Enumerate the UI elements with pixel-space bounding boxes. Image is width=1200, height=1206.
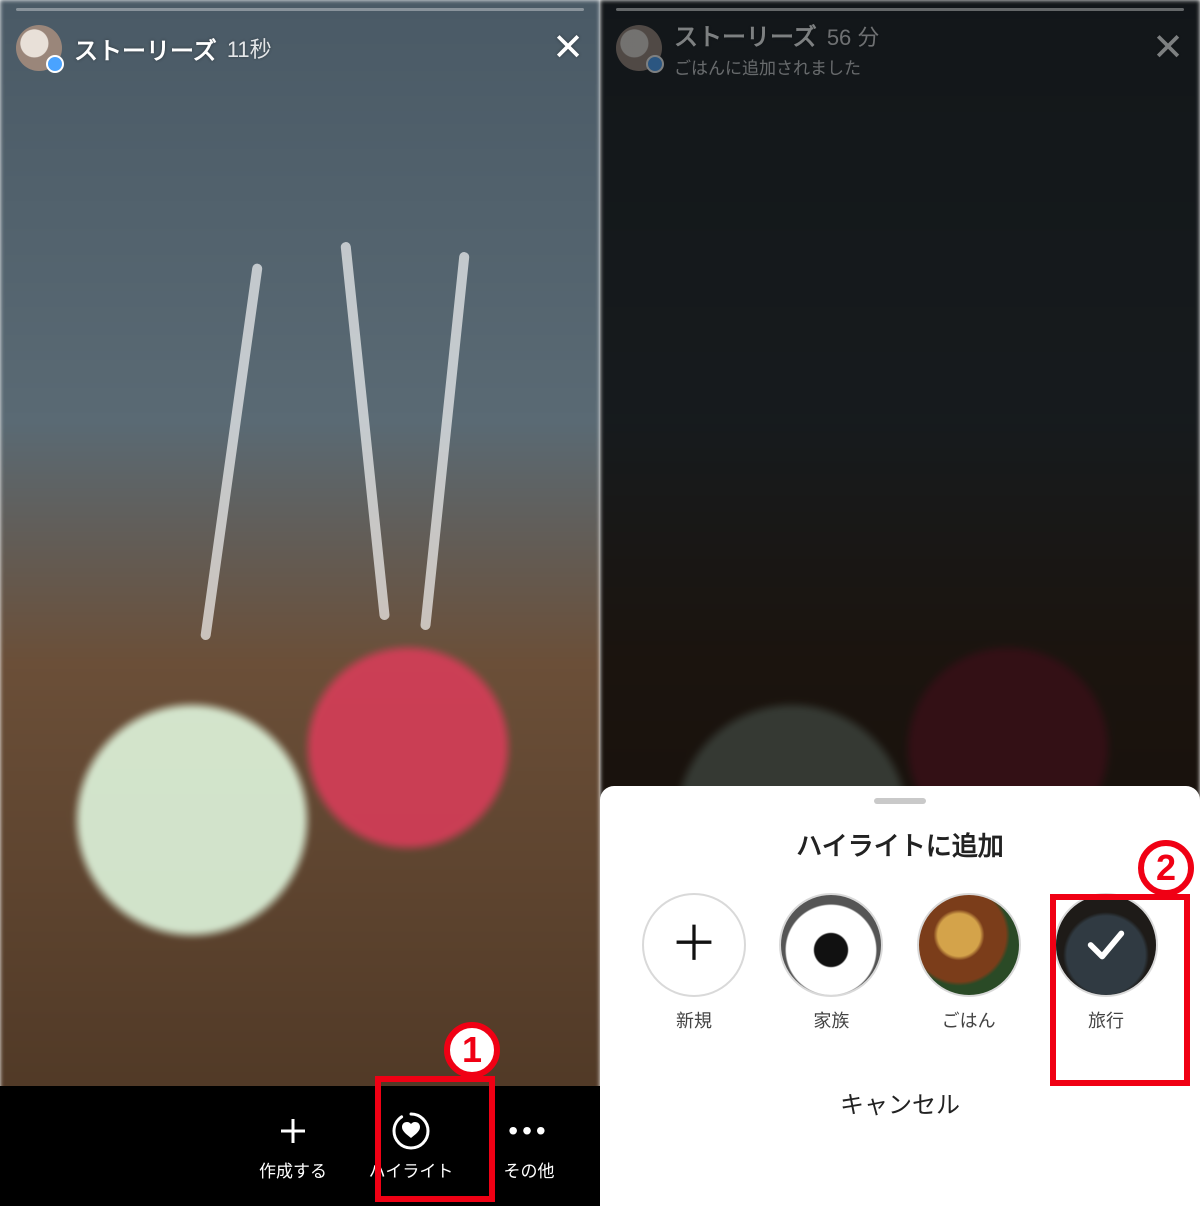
more-label: その他	[504, 1157, 555, 1182]
story-elapsed: 11秒	[227, 32, 272, 64]
add-badge-icon	[646, 55, 664, 73]
screenshot-step-2: ストーリーズ 56 分 ごはんに追加されました ✕ ハイライトに追加 ＋ 新規 …	[600, 0, 1200, 1206]
close-icon[interactable]: ✕	[552, 29, 584, 67]
highlight-new-button[interactable]: ＋ 新規	[634, 893, 754, 1033]
story-bottom-toolbar: 作成する ハイライト ••• その他	[0, 1086, 600, 1206]
new-circle: ＋	[642, 893, 746, 997]
sheet-title: ハイライトに追加	[600, 826, 1200, 863]
add-badge-icon	[46, 55, 64, 73]
avatar	[616, 25, 662, 71]
highlight-label: ごはん	[942, 1007, 996, 1033]
avatar[interactable]	[16, 25, 62, 71]
story-title: ストーリーズ	[74, 31, 217, 66]
highlight-thumb	[779, 893, 883, 997]
tutorial-composite: ストーリーズ 11秒 ✕ 作成する ハイライト	[0, 0, 1200, 1206]
story-title: ストーリーズ	[674, 17, 817, 52]
highlight-new-label: 新規	[676, 1007, 712, 1033]
highlight-label: 家族	[813, 1007, 849, 1033]
story-progress-bar[interactable]	[16, 8, 584, 11]
plus-icon: ＋	[670, 921, 718, 969]
story-subtitle: ごはんに追加されました	[674, 54, 879, 79]
annotation-box-1	[375, 1076, 495, 1202]
plus-icon	[273, 1111, 313, 1151]
create-button[interactable]: 作成する	[234, 1086, 352, 1206]
highlight-thumb	[917, 893, 1021, 997]
story-elapsed: 56 分	[827, 20, 880, 52]
story-photo	[0, 0, 600, 1206]
close-icon[interactable]: ✕	[1152, 29, 1184, 67]
highlight-item-family[interactable]: 家族	[771, 893, 891, 1033]
highlight-item-food[interactable]: ごはん	[909, 893, 1029, 1033]
annotation-number-1: 1	[444, 1022, 500, 1078]
annotation-box-2	[1050, 894, 1190, 1086]
screenshot-step-1: ストーリーズ 11秒 ✕ 作成する ハイライト	[0, 0, 600, 1206]
story-header: ストーリーズ 11秒 ✕	[0, 18, 600, 78]
create-label: 作成する	[259, 1157, 327, 1182]
annotation-number-2: 2	[1138, 840, 1194, 896]
story-progress-bar	[616, 8, 1184, 11]
story-header-dimmed: ストーリーズ 56 分 ごはんに追加されました ✕	[600, 18, 1200, 78]
more-dots-icon: •••	[509, 1111, 549, 1151]
cancel-button[interactable]: キャンセル	[600, 1085, 1200, 1120]
sheet-drag-handle[interactable]	[874, 798, 926, 804]
